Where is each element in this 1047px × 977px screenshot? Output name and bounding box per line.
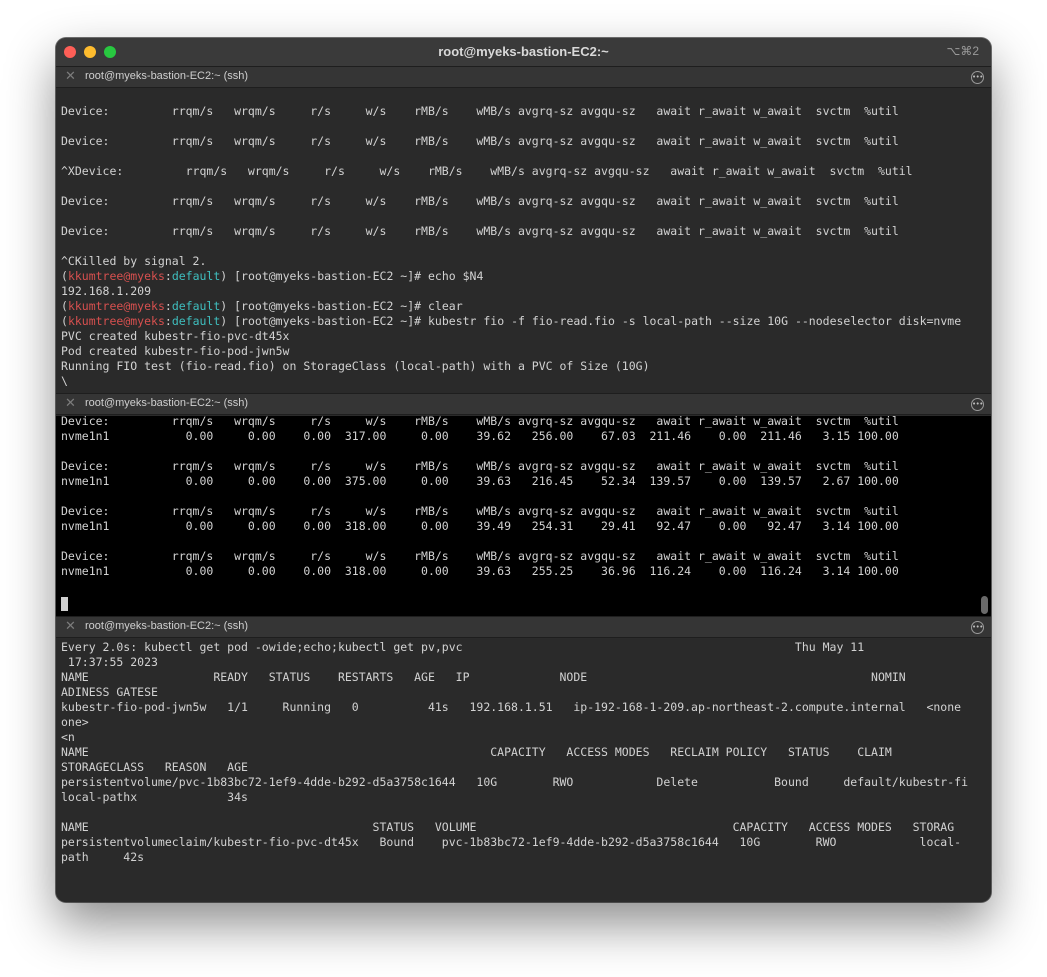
text-cursor	[61, 597, 68, 611]
output-line: NAME READY STATUS RESTARTS AGE IP NODE N…	[61, 670, 906, 684]
more-options-icon[interactable]: •••	[971, 71, 984, 84]
output-line: kubestr-fio-pod-jwn5w 1/1 Running 0 41s …	[61, 700, 962, 714]
pane-tab-label: root@myeks-bastion-EC2:~ (ssh)	[85, 397, 249, 409]
pane-tab-2[interactable]: ✕ root@myeks-bastion-EC2:~ (ssh) •••	[56, 393, 991, 415]
pane-3-output: Every 2.0s: kubectl get pod -owide;echo;…	[61, 640, 968, 865]
output-line: ^CKilled by signal 2.	[61, 254, 207, 268]
output-line: 192.168.1.209	[61, 284, 152, 298]
more-options-icon[interactable]: •••	[971, 398, 984, 411]
output-line: <n	[61, 730, 75, 744]
title-bar: root@myeks-bastion-EC2:~ ⌥⌘2	[56, 38, 991, 67]
spinner: \	[61, 374, 68, 388]
output-line: Device: rrqm/s wrqm/s r/s w/s rMB/s wMB/…	[61, 194, 899, 208]
scrollbar[interactable]	[981, 596, 988, 614]
terminal-pane-1[interactable]: Device: rrqm/s wrqm/s r/s w/s rMB/s wMB/…	[56, 88, 991, 393]
output-line: Device: rrqm/s wrqm/s r/s w/s rMB/s wMB/…	[61, 549, 899, 563]
output-line: Device: rrqm/s wrqm/s r/s w/s rMB/s wMB/…	[61, 416, 899, 428]
output-line: NAME CAPACITY ACCESS MODES RECLAIM POLIC…	[61, 745, 892, 759]
terminal-window: root@myeks-bastion-EC2:~ ⌥⌘2 ✕ root@myek…	[56, 38, 991, 902]
output-line: one>	[61, 715, 89, 729]
command-text: kubestr fio -f fio-read.fio -s local-pat…	[428, 314, 962, 328]
output-line: persistentvolumeclaim/kubestr-fio-pvc-dt…	[61, 835, 962, 849]
output-line: PVC created kubestr-fio-pvc-dt45x	[61, 329, 290, 343]
output-line: nvme1n1 0.00 0.00 0.00 318.00 0.00 39.63…	[61, 564, 899, 578]
output-line: Device: rrqm/s wrqm/s r/s w/s rMB/s wMB/…	[61, 459, 899, 473]
pane-tab-label: root@myeks-bastion-EC2:~ (ssh)	[85, 620, 249, 632]
output-line: local-pathx 34s	[61, 790, 248, 804]
pane-tab-label: root@myeks-bastion-EC2:~ (ssh)	[85, 70, 249, 82]
output-line: STORAGECLASS REASON AGE	[61, 760, 248, 774]
output-line: Device: rrqm/s wrqm/s r/s w/s rMB/s wMB/…	[61, 224, 899, 238]
pane-tab-3[interactable]: ✕ root@myeks-bastion-EC2:~ (ssh) •••	[56, 616, 991, 638]
output-line: Device: rrqm/s wrqm/s r/s w/s rMB/s wMB/…	[61, 134, 899, 148]
output-line: ^XDevice: rrqm/s wrqm/s r/s w/s rMB/s wM…	[61, 164, 913, 178]
terminal-pane-3[interactable]: Every 2.0s: kubectl get pod -owide;echo;…	[56, 639, 991, 902]
close-icon[interactable]: ✕	[65, 69, 76, 84]
output-line: path 42s	[61, 850, 145, 864]
output-line: nvme1n1 0.00 0.00 0.00 318.00 0.00 39.49…	[61, 519, 899, 533]
output-line: persistentvolume/pvc-1b83bc72-1ef9-4dde-…	[61, 775, 968, 789]
output-line: nvme1n1 0.00 0.00 0.00 317.00 0.00 39.62…	[61, 429, 899, 443]
command-text: echo $N4	[428, 269, 484, 283]
pane-1-output: Device: rrqm/s wrqm/s r/s w/s rMB/s wMB/…	[61, 104, 961, 389]
output-line: Device: rrqm/s wrqm/s r/s w/s rMB/s wMB/…	[61, 104, 899, 118]
pane-tab-1[interactable]: ✕ root@myeks-bastion-EC2:~ (ssh) •••	[56, 66, 991, 88]
output-line: ADINESS GATESE	[61, 685, 158, 699]
shell-prompt: (kkumtree@myeks:default) [root@myeks-bas…	[61, 299, 428, 313]
output-line: Pod created kubestr-fio-pod-jwn5w	[61, 344, 290, 358]
pane-2-output: Device: rrqm/s wrqm/s r/s w/s rMB/s wMB/…	[61, 416, 899, 579]
output-line: Running FIO test (fio-read.fio) on Stora…	[61, 359, 650, 373]
close-icon[interactable]: ✕	[65, 619, 76, 634]
output-line: nvme1n1 0.00 0.00 0.00 375.00 0.00 39.63…	[61, 474, 899, 488]
terminal-pane-2[interactable]: Device: rrqm/s wrqm/s r/s w/s rMB/s wMB/…	[56, 416, 991, 616]
output-line: Every 2.0s: kubectl get pod -owide;echo;…	[61, 640, 865, 654]
window-shortcut: ⌥⌘2	[946, 44, 979, 58]
output-line: 17:37:55 2023	[61, 655, 158, 669]
shell-prompt: (kkumtree@myeks:default) [root@myeks-bas…	[61, 269, 428, 283]
output-line: NAME STATUS VOLUME CAPACITY ACCESS MODES…	[61, 820, 955, 834]
output-line: Device: rrqm/s wrqm/s r/s w/s rMB/s wMB/…	[61, 504, 899, 518]
window-title: root@myeks-bastion-EC2:~	[438, 44, 609, 59]
shell-prompt: (kkumtree@myeks:default) [root@myeks-bas…	[61, 314, 428, 328]
close-icon[interactable]: ✕	[65, 396, 76, 411]
more-options-icon[interactable]: •••	[971, 621, 984, 634]
command-text: clear	[428, 299, 463, 313]
